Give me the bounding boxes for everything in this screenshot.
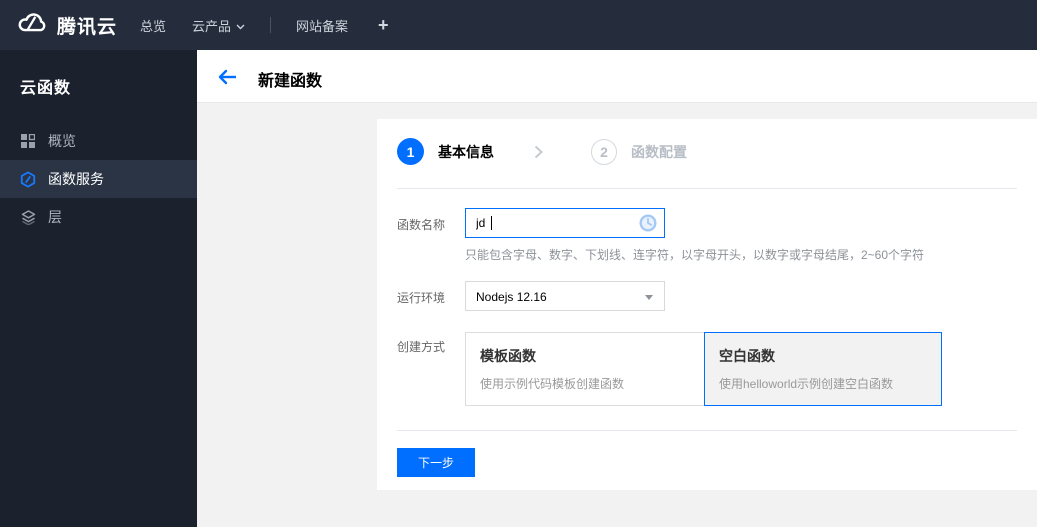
select-caret-icon — [645, 295, 653, 300]
next-step-button[interactable]: 下一步 — [397, 448, 475, 477]
chevron-down-icon — [236, 18, 245, 33]
topbar: 腾讯云 总览 云产品 网站备案 + — [0, 0, 1037, 50]
function-name-label: 函数名称 — [397, 218, 446, 232]
brand-logo[interactable]: 腾讯云 — [16, 0, 117, 50]
runtime-select[interactable]: Nodejs 12.16 — [465, 281, 665, 311]
option-desc: 使用helloworld示例创建空白函数 — [719, 377, 894, 391]
step-1-label: 基本信息 — [438, 143, 494, 160]
sidebar: 云函数 概览 函数服务 层 — [0, 50, 197, 527]
runtime-label: 运行环境 — [397, 291, 446, 305]
function-name-field — [465, 208, 665, 238]
sidebar-item-label: 层 — [48, 209, 62, 225]
function-name-input[interactable] — [465, 208, 665, 238]
option-title: 空白函数 — [719, 348, 775, 364]
add-tab-button[interactable]: + — [378, 15, 389, 36]
topnav-cloud-products[interactable]: 云产品 — [192, 16, 245, 35]
create-function-card: 1 基本信息 2 函数配置 函数名称 jd 只能包含字母、数字、下划线、连字符，… — [377, 119, 1037, 490]
sidebar-item-label: 概览 — [48, 133, 76, 149]
content-area: 1 基本信息 2 函数配置 函数名称 jd 只能包含字母、数字、下划线、连字符，… — [197, 103, 1037, 527]
topnav: 总览 云产品 网站备案 + — [140, 0, 389, 50]
runtime-selected-value: Nodejs 12.16 — [476, 290, 547, 304]
topnav-icp-filing-label: 网站备案 — [296, 18, 349, 34]
cloud-logo-icon — [16, 12, 48, 39]
text-cursor — [491, 216, 492, 230]
step-1-circle: 1 — [397, 138, 424, 165]
topnav-overview-label: 总览 — [140, 18, 167, 34]
grid-icon — [20, 133, 36, 149]
option-desc: 使用示例代码模板创建函数 — [480, 377, 625, 391]
divider — [397, 188, 1017, 189]
topnav-cloud-products-label: 云产品 — [192, 18, 232, 34]
scf-hexagon-icon — [20, 171, 36, 187]
step-2-label: 函数配置 — [631, 143, 687, 160]
back-arrow-icon[interactable] — [217, 66, 239, 88]
option-title: 模板函数 — [480, 348, 536, 364]
sidebar-item-overview[interactable]: 概览 — [0, 122, 197, 160]
sidebar-item-function-service[interactable]: 函数服务 — [0, 160, 197, 198]
name-check-loading-icon — [639, 214, 657, 232]
sidebar-title: 云函数 — [20, 80, 72, 97]
function-name-hint: 只能包含字母、数字、下划线、连字符，以字母开头，以数字或字母结尾，2~60个字符 — [465, 248, 925, 262]
creation-method-label: 创建方式 — [397, 340, 446, 354]
brand-name: 腾讯云 — [57, 16, 118, 38]
wizard-stepper: 1 基本信息 2 函数配置 — [397, 138, 687, 165]
sidebar-item-layers[interactable]: 层 — [0, 198, 197, 236]
page-header: 新建函数 — [197, 50, 1037, 103]
step-2-circle: 2 — [591, 138, 617, 165]
step-chevron-icon — [534, 145, 543, 159]
topnav-divider — [270, 17, 272, 33]
topnav-icp-filing[interactable]: 网站备案 — [296, 16, 348, 35]
sidebar-item-label: 函数服务 — [48, 171, 104, 187]
divider — [397, 430, 1017, 431]
option-blank-function[interactable]: 空白函数 使用helloworld示例创建空白函数 — [704, 332, 942, 406]
page-title: 新建函数 — [258, 73, 323, 90]
topnav-overview[interactable]: 总览 — [140, 16, 166, 35]
option-template-function[interactable]: 模板函数 使用示例代码模板创建函数 — [465, 332, 705, 406]
tencent-cloud-console: 腾讯云 总览 云产品 网站备案 + 云函数 概览 函数服务 层 新建函数 1 基… — [0, 0, 1037, 527]
creation-method-options: 模板函数 使用示例代码模板创建函数 空白函数 使用helloworld示例创建空… — [465, 332, 942, 406]
layers-icon — [20, 209, 36, 225]
